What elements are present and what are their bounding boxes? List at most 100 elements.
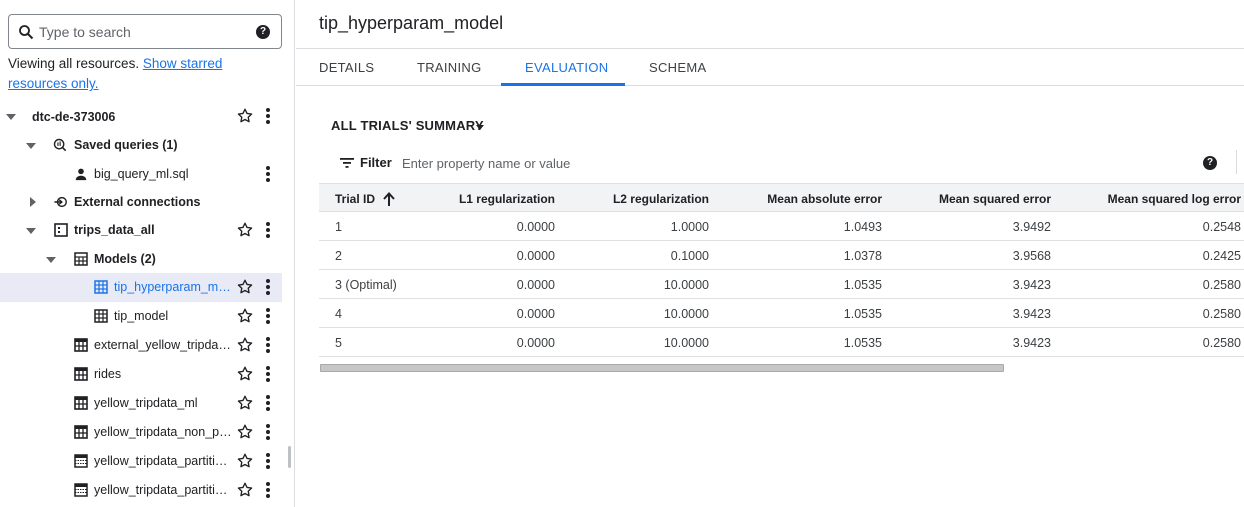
star-icon[interactable] [236,221,254,239]
table-row[interactable]: 1 0.0000 1.0000 1.0493 3.9492 0.2548 [319,212,1244,241]
tree-item-label: external_yellow_tripdat... [94,338,232,352]
more-vert-icon[interactable] [266,279,272,295]
star-icon[interactable] [236,336,254,354]
column-header-mae[interactable]: Mean absolute error [767,192,882,206]
column-header-l2[interactable]: L2 regularization [613,192,709,206]
tree-item-table[interactable]: yellow_tripdata_ml [0,389,282,418]
table-header: Trial ID L1 regularization L2 regulariza… [319,183,1244,212]
search-box[interactable]: ? [8,14,282,49]
help-icon[interactable]: ? [1203,156,1217,170]
person-icon [75,168,87,181]
filter-icon [340,158,354,168]
star-icon[interactable] [236,423,254,441]
arrow-drop-down-icon[interactable] [476,125,484,130]
tree-item-model[interactable]: tip_model [0,302,282,331]
star-icon[interactable] [236,278,254,296]
cell-trial-id: 1 [335,220,342,234]
cell-mae: 1.0535 [843,336,882,350]
tree-item-label: rides [94,367,122,381]
cell-l1: 0.0000 [516,307,555,321]
dataset-icon [54,223,68,237]
star-icon[interactable] [236,307,254,325]
tab-evaluation[interactable]: EVALUATION [525,60,608,75]
tree-item-label: dtc-de-373006 [32,110,116,124]
search-input[interactable] [39,20,249,44]
tree-item-label: yellow_tripdata_partitio... [94,454,232,468]
page-title: tip_hyperparam_model [319,13,504,33]
star-icon[interactable] [236,481,254,499]
more-vert-icon[interactable] [266,108,272,124]
filter-input[interactable] [402,153,1162,173]
chevron-down-icon[interactable] [26,228,36,234]
tree-item-models[interactable]: Models (2) [0,245,282,274]
star-icon[interactable] [236,365,254,383]
viewing-text: Viewing all resources. [8,56,143,71]
star-icon[interactable] [236,394,254,412]
tree-item-table[interactable]: yellow_tripdata_non_pa... [0,418,282,447]
chevron-right-icon[interactable] [30,197,36,207]
cell-mse: 3.9492 [1012,220,1051,234]
saved-query-icon [53,138,67,152]
chevron-down-icon[interactable] [26,143,36,149]
tree-item-saved-queries[interactable]: Saved queries (1) [0,131,282,160]
cell-l2: 1.0000 [670,220,709,234]
cell-mae: 1.0535 [843,278,882,292]
explorer-panel: ? Viewing all resources. Show starred re… [0,0,295,507]
table-row[interactable]: 2 0.0000 0.1000 1.0378 3.9568 0.2425 [319,241,1244,270]
tree-item-label: yellow_tripdata_ml [94,396,198,410]
tab-training[interactable]: TRAINING [417,60,482,75]
external-connection-icon [54,196,67,208]
tree-item-label: Models (2) [94,252,156,266]
model-icon [94,309,108,323]
tree-item-label: External connections [74,195,201,209]
table-row[interactable]: 3 (Optimal) 0.0000 10.0000 1.0535 3.9423… [319,270,1244,299]
table-row[interactable]: 5 0.0000 10.0000 1.0535 3.9423 0.2580 [319,328,1244,357]
more-vert-icon[interactable] [266,366,272,382]
tree-item-partitioned-table[interactable]: yellow_tripdata_partitio... [0,476,282,505]
column-header-msle[interactable]: Mean squared log error [1108,192,1241,206]
tab-schema[interactable]: SCHEMA [649,60,706,75]
cell-trial-id: 2 [335,249,342,263]
more-vert-icon[interactable] [266,395,272,411]
column-header-l1[interactable]: L1 regularization [459,192,555,206]
tab-details[interactable]: DETAILS [319,60,374,75]
table-row[interactable]: 4 0.0000 10.0000 1.0535 3.9423 0.2580 [319,299,1244,328]
more-vert-icon[interactable] [266,424,272,440]
viewing-message: Viewing all resources. Show starred reso… [8,54,280,94]
tree-item-table[interactable]: rides [0,360,282,389]
more-vert-icon[interactable] [266,453,272,469]
arrow-upward-icon[interactable] [383,192,395,206]
more-vert-icon[interactable] [266,482,272,498]
trials-summary-dropdown[interactable]: ALL TRIALS' SUMMARY [331,118,484,133]
help-icon[interactable]: ? [256,25,270,39]
cell-l2: 10.0000 [663,336,709,350]
more-vert-icon[interactable] [266,308,272,324]
horizontal-scrollbar[interactable] [320,364,1004,372]
search-icon [19,25,34,40]
chevron-down-icon[interactable] [6,114,16,120]
tree-item-project[interactable]: dtc-de-373006 [0,102,282,131]
column-header-trial-id[interactable]: Trial ID [335,192,375,206]
cell-mae: 1.0493 [843,220,882,234]
cell-mse: 3.9568 [1012,249,1051,263]
star-icon[interactable] [236,107,254,125]
tree-item-external-connections[interactable]: External connections [0,188,282,217]
cell-l1: 0.0000 [516,220,555,234]
cell-msle: 0.2580 [1202,307,1241,321]
tree-item-dataset[interactable]: trips_data_all [0,216,282,245]
tree-item-partitioned-table[interactable]: yellow_tripdata_partitio... [0,447,282,476]
tree-item-label: tip_model [114,309,169,323]
tab-bar: DETAILS TRAINING EVALUATION SCHEMA [296,48,1244,86]
tree-item-table[interactable]: external_yellow_tripdat... [0,331,282,360]
tree-item-query-file[interactable]: big_query_ml.sql [0,160,282,189]
models-icon [74,252,88,266]
panel-resize-handle[interactable] [288,446,291,468]
column-header-mse[interactable]: Mean squared error [939,192,1051,206]
star-icon[interactable] [236,452,254,470]
more-vert-icon[interactable] [266,166,272,182]
more-vert-icon[interactable] [266,337,272,353]
tree-item-model-selected[interactable]: tip_hyperparam_mo... [0,273,282,302]
more-vert-icon[interactable] [266,222,272,238]
chevron-down-icon[interactable] [46,257,56,263]
active-tab-indicator [501,83,625,86]
